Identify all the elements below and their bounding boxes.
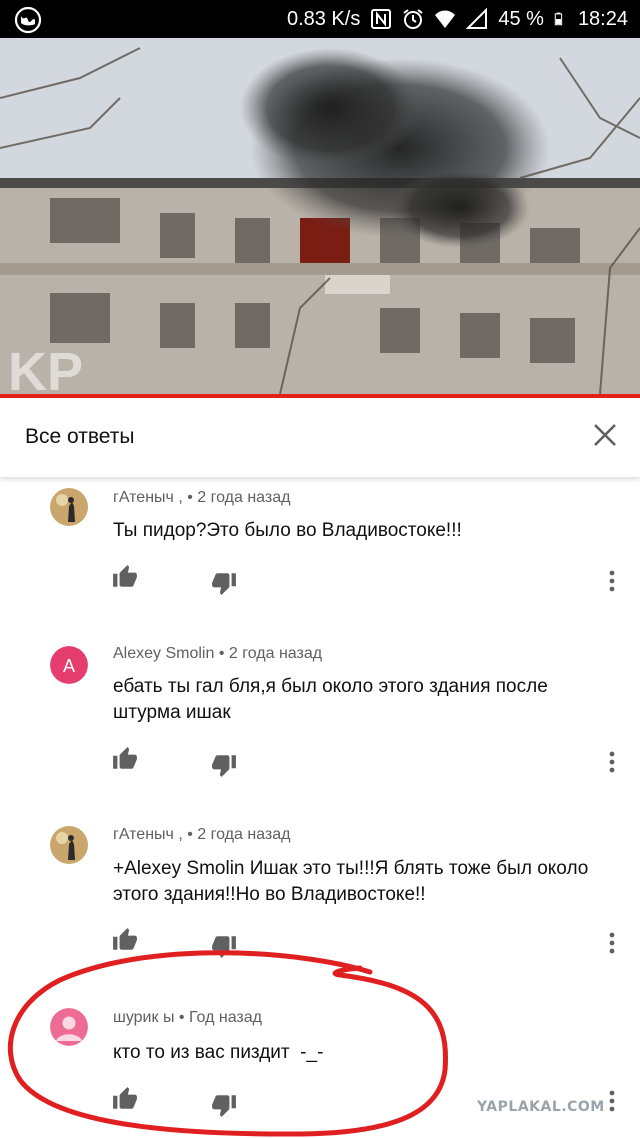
avatar-letter-icon: A xyxy=(50,646,88,684)
network-speed: 0.83 K/s xyxy=(286,7,361,30)
avatar-letter: A xyxy=(63,656,75,676)
more-options-icon[interactable] xyxy=(602,749,622,775)
comment-author[interactable]: гАтеныч , xyxy=(113,826,183,843)
replies-title: Все ответы xyxy=(25,425,135,448)
replies-header: Все ответы xyxy=(0,398,640,478)
thumb-down-icon[interactable] xyxy=(211,933,237,959)
meta-separator: • xyxy=(218,645,225,662)
signal-icon xyxy=(466,8,488,29)
comment-time: 2 года назад xyxy=(197,826,291,843)
thumb-down-icon[interactable] xyxy=(211,570,237,596)
comment-text: кто то из вас пиздит -_- xyxy=(113,1042,324,1063)
avatar-photo-icon xyxy=(50,488,88,526)
status-bar: 0.83 K/s 45 % 18:24 xyxy=(0,0,640,38)
more-options-icon[interactable] xyxy=(602,930,622,956)
comment-text: ебать ты гал бля,я был около этого здани… xyxy=(113,676,548,723)
comment-meta: гАтеныч , • 2 года назад xyxy=(113,826,290,844)
avatar[interactable] xyxy=(50,1008,88,1046)
comment-meta: шурик ы • Год назад xyxy=(113,1009,262,1027)
close-icon[interactable] xyxy=(590,420,620,450)
avatar[interactable]: A xyxy=(50,646,88,684)
nfc-icon xyxy=(371,9,392,29)
comment-text: Ты пидор?Это было во Владивостоке!!! xyxy=(113,520,462,541)
watermark: YAPLAKAL.COM xyxy=(477,1099,605,1115)
more-options-icon[interactable] xyxy=(602,1088,622,1114)
thumb-up-icon[interactable] xyxy=(112,564,138,590)
svg-text:KP: KP xyxy=(8,342,83,394)
thumb-down-icon[interactable] xyxy=(211,752,237,778)
meta-separator: • xyxy=(187,489,193,506)
battery-icon xyxy=(554,12,563,26)
app-logo-icon xyxy=(14,6,42,34)
avatar-photo-icon xyxy=(50,826,88,864)
comment-item: гАтеныч , • 2 года назад +Alexey Smolin … xyxy=(0,820,640,990)
comment-item: гАтеныч , • 2 года назад Ты пидор?Это бы… xyxy=(0,480,640,630)
comment-time: Год назад xyxy=(188,1009,262,1026)
comment-author[interactable]: шурик ы xyxy=(113,1009,174,1026)
meta-separator: • xyxy=(187,826,193,843)
battery-level: 45 % xyxy=(498,7,544,30)
comment-time: 2 года назад xyxy=(197,489,291,506)
avatar[interactable] xyxy=(50,488,88,526)
clock: 18:24 xyxy=(577,7,628,30)
video-player[interactable]: KP xyxy=(0,38,640,394)
thumb-up-icon[interactable] xyxy=(112,746,138,772)
comment-meta: Alexey Smolin • 2 года назад xyxy=(113,645,322,663)
thumb-up-icon[interactable] xyxy=(112,1086,138,1112)
comment-text: +Alexey Smolin Ишак это ты!!!Я блять тож… xyxy=(113,858,589,905)
avatar[interactable] xyxy=(50,826,88,864)
thumb-down-icon[interactable] xyxy=(211,1092,237,1118)
wifi-icon xyxy=(435,10,456,28)
comment-item: A Alexey Smolin • 2 года назад ебать ты … xyxy=(0,640,640,820)
video-thumbnail: KP xyxy=(0,38,640,394)
comment-meta: гАтеныч , • 2 года назад xyxy=(113,489,290,507)
default-avatar-icon xyxy=(50,1008,88,1046)
alarm-icon xyxy=(403,9,423,29)
meta-separator: • xyxy=(178,1009,185,1026)
comment-author[interactable]: гАтеныч , xyxy=(113,489,183,506)
comment-author[interactable]: Alexey Smolin xyxy=(113,645,214,662)
more-options-icon[interactable] xyxy=(602,568,622,594)
thumb-up-icon[interactable] xyxy=(112,927,138,953)
comment-time: 2 года назад xyxy=(228,645,323,662)
comment-item: шурик ы • Год назад кто то из вас пиздит… xyxy=(0,1000,640,1138)
